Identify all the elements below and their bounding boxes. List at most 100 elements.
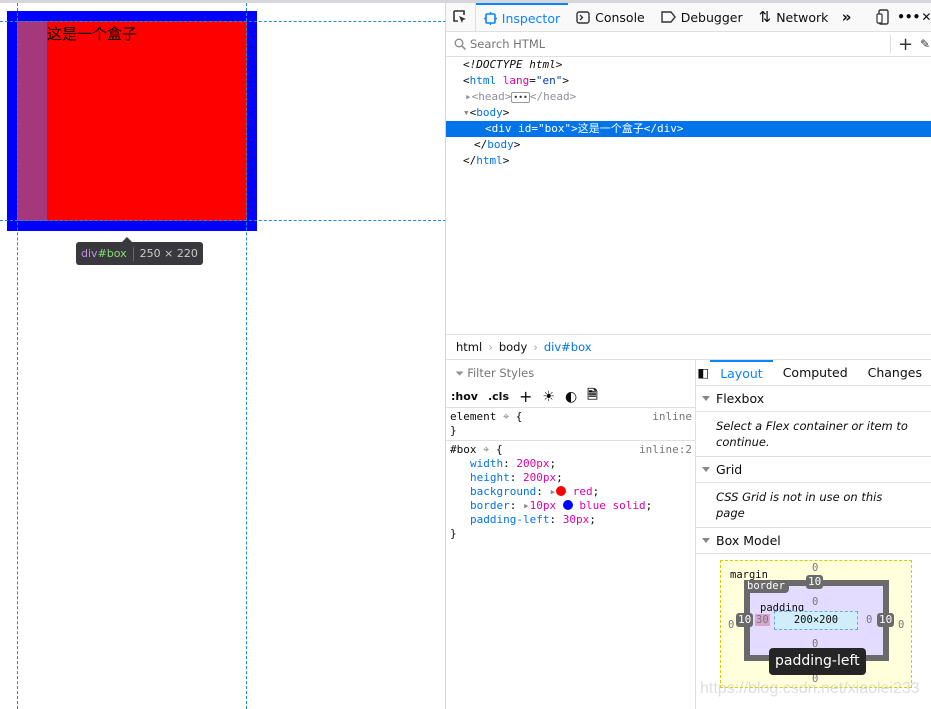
node-target-icon[interactable]: ⌖ (503, 410, 509, 423)
padding-right[interactable]: 0 (866, 614, 872, 626)
html-node[interactable]: <html lang="en"> (446, 73, 931, 89)
layout-panel: ◧ Layout Computed Changes Flexbox Select… (696, 359, 931, 709)
tab-label: Inspector (501, 10, 561, 26)
box-rule: #box ⌖ { inline:2 width: 200px; height: … (450, 443, 692, 540)
breadcrumb-item[interactable]: div#box (544, 340, 592, 354)
prop-value: 30px (562, 513, 590, 526)
close-icon[interactable]: ✕ (921, 10, 931, 24)
margin-top[interactable]: 0 (812, 562, 818, 574)
devtools-panel: Inspector Console Debugger ⇅ Network » ••… (445, 2, 931, 709)
flexbox-section-header[interactable]: Flexbox (696, 386, 931, 412)
declaration[interactable]: border: ▸10px blue solid; (450, 499, 691, 513)
doctype-node[interactable]: <!DOCTYPE html> (446, 57, 931, 73)
border-top[interactable]: 10 (806, 575, 824, 589)
tab-console[interactable]: Console (568, 3, 653, 32)
guide-line (17, 3, 18, 709)
expand-arrow-icon[interactable]: ▸ (549, 485, 556, 498)
attr-name: lang (502, 74, 530, 87)
prop-value: red (572, 485, 593, 498)
breadcrumb-item[interactable]: body (499, 340, 527, 354)
body-close-node: </body> (474, 138, 521, 151)
search-html-input[interactable] (470, 37, 890, 51)
responsive-design-icon[interactable] (869, 9, 897, 25)
tooltip-size: 250 × 220 (139, 247, 198, 260)
declaration[interactable]: width: 200px; (450, 457, 691, 471)
add-node-button[interactable]: + (890, 34, 920, 55)
prop-value: 200px (516, 457, 550, 470)
ellipsis-icon[interactable]: ••• (511, 92, 530, 103)
content-box[interactable]: 200×200 (774, 611, 858, 630)
padding-left[interactable]: 30 (755, 614, 770, 626)
section-title: Grid (716, 462, 743, 477)
chevron-right-icon: › (533, 340, 538, 354)
grid-section-header[interactable]: Grid (696, 457, 931, 483)
declaration[interactable]: background: ▸ red; (450, 485, 691, 499)
debugger-icon (661, 11, 676, 23)
element-picker-icon[interactable] (446, 2, 476, 32)
collapse-arrow-icon (702, 467, 710, 472)
chevron-right-icon: › (488, 340, 493, 354)
declaration[interactable]: padding-left: 30px; (450, 513, 691, 527)
filter-styles-input[interactable] (467, 366, 668, 380)
node-target-icon[interactable]: ⌖ (483, 443, 489, 456)
border-right[interactable]: 10 (877, 613, 895, 627)
tab-inspector[interactable]: Inspector (475, 2, 569, 32)
tab-computed[interactable]: Computed (773, 365, 858, 380)
html-close-node: </html> (463, 154, 510, 167)
tab-debugger[interactable]: Debugger (653, 3, 751, 32)
border-left[interactable]: 10 (736, 613, 754, 627)
tag-name: html (469, 74, 497, 87)
divider (132, 246, 134, 261)
rule-source[interactable]: inline:2 (639, 443, 692, 457)
prop-name: border (470, 499, 510, 512)
element-tooltip: div #box 250 × 220 (76, 237, 203, 265)
prop-value: 10px (529, 499, 557, 512)
guide-line (0, 220, 446, 221)
print-media-icon[interactable]: 🗎 (587, 386, 597, 408)
box-padding-highlight (17, 21, 47, 221)
tag-name: body (487, 138, 514, 151)
color-swatch[interactable] (562, 500, 573, 510)
element-rule: element ⌖ { inline} (446, 408, 695, 441)
dark-mode-icon[interactable]: ◐ (565, 389, 577, 405)
chevrons-right-icon[interactable]: » (836, 8, 856, 26)
div-box-node[interactable]: <div id="box">这是一个盒子</div> (446, 121, 931, 137)
light-mode-icon[interactable]: ☀ (542, 389, 555, 405)
grid-note: CSS Grid is not in use on this page (696, 483, 931, 528)
tab-changes[interactable]: Changes (858, 365, 931, 380)
watermark: https://blog.csdn.net/xiaolei233 (700, 680, 920, 697)
padding-top[interactable]: 0 (812, 596, 818, 608)
tab-label: Debugger (680, 9, 743, 25)
network-icon: ⇅ (758, 8, 772, 26)
devtools-toolbar: Inspector Console Debugger ⇅ Network » ••… (446, 2, 931, 32)
collapse-arrow-icon[interactable]: ▾ (463, 106, 470, 119)
guide-line (246, 3, 247, 709)
margin-left[interactable]: 0 (728, 619, 734, 631)
tab-network[interactable]: ⇅ Network (751, 3, 837, 32)
head-node[interactable]: ▸<head> ••• </head> (446, 89, 931, 105)
search-icon (454, 38, 466, 50)
eyedropper-icon[interactable]: ✎ (920, 37, 930, 51)
margin-right[interactable]: 0 (898, 619, 904, 631)
cls-button[interactable]: .cls (488, 390, 509, 403)
prop-name: width (470, 457, 504, 470)
rule-selector: element (450, 410, 497, 423)
sidebar-tabs: ◧ Layout Computed Changes (696, 359, 931, 386)
color-swatch[interactable] (556, 486, 567, 496)
declaration[interactable]: height: 200px; (450, 471, 691, 485)
prop-name: background (470, 485, 537, 498)
more-options-icon[interactable]: ••• (897, 10, 921, 24)
box-model-diagram: margin 0 0 0 0 border 10 10 10 padding 0… (696, 538, 931, 709)
box[interactable]: 这是一个盒子 (47, 21, 247, 221)
rules-panel: ⏷ :hov .cls + ☀ ◐ 🗎 element ⌖ { inline} … (446, 360, 696, 709)
expand-arrow-icon[interactable]: ▸ (465, 90, 472, 103)
body-node[interactable]: ▾<body> (446, 105, 931, 121)
add-rule-icon[interactable]: + (519, 387, 532, 406)
toggle-sidebar-icon[interactable]: ◧ (696, 365, 710, 380)
breadcrumb-item[interactable]: html (456, 340, 482, 354)
tab-layout[interactable]: Layout (710, 359, 773, 386)
filter-styles-bar: ⏷ (446, 360, 695, 386)
hov-button[interactable]: :hov (451, 390, 478, 403)
expand-arrow-icon[interactable]: ▸ (523, 499, 530, 512)
rule-source[interactable]: inline (652, 410, 692, 424)
